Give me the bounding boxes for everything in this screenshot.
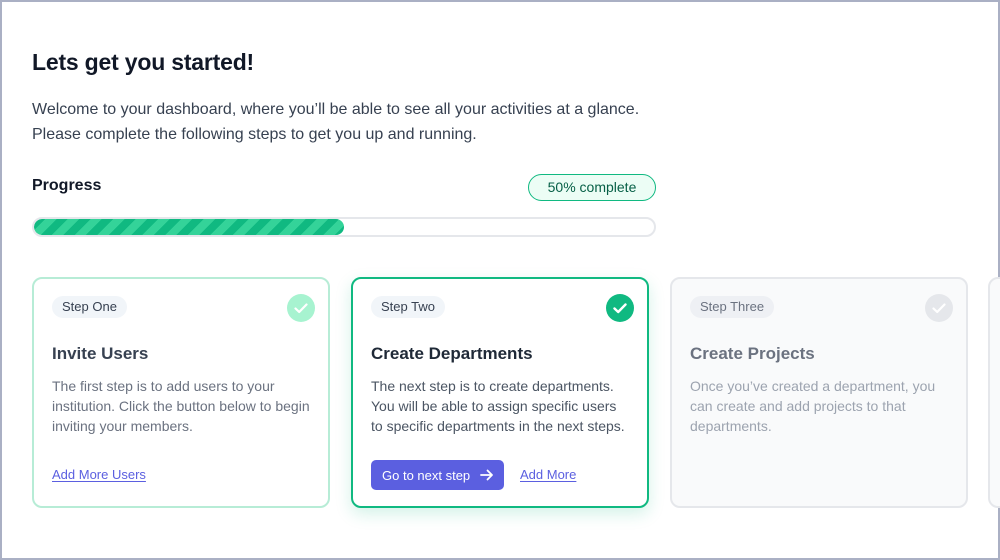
add-more-users-link[interactable]: Add More Users xyxy=(52,467,146,482)
progress-badge: 50% complete xyxy=(528,174,656,201)
step-card-invite-users: Step One Invite Users The first step is … xyxy=(32,277,330,508)
check-icon xyxy=(287,294,315,322)
check-icon xyxy=(606,294,634,322)
page-title: Lets get you started! xyxy=(32,49,255,75)
step-card-partial xyxy=(988,277,1000,508)
step-card-create-departments: Step Two Create Departments The next ste… xyxy=(351,277,649,508)
progress-bar-fill xyxy=(34,219,344,235)
step-title: Invite Users xyxy=(52,344,149,363)
step-pill: Step One xyxy=(52,296,127,318)
step-pill: Step Two xyxy=(371,296,445,318)
go-to-next-step-button[interactable]: Go to next step xyxy=(371,460,504,490)
step-title: Create Projects xyxy=(690,344,815,363)
add-more-link[interactable]: Add More xyxy=(520,467,576,482)
step-title: Create Departments xyxy=(371,344,533,363)
intro-text: Welcome to your dashboard, where you’ll … xyxy=(32,101,640,143)
step-description: The next step is to create departments. … xyxy=(371,378,625,434)
button-label: Go to next step xyxy=(382,467,471,483)
step-description: Once you’ve created a department, you ca… xyxy=(690,378,936,434)
arrow-right-icon xyxy=(480,468,494,485)
progress-label: Progress xyxy=(32,177,102,194)
step-description: The first step is to add users to your i… xyxy=(52,378,310,434)
step-card-create-projects: Step Three Create Projects Once you’ve c… xyxy=(670,277,968,508)
step-pill: Step Three xyxy=(690,296,775,318)
check-icon xyxy=(925,294,953,322)
progress-bar xyxy=(32,217,656,237)
